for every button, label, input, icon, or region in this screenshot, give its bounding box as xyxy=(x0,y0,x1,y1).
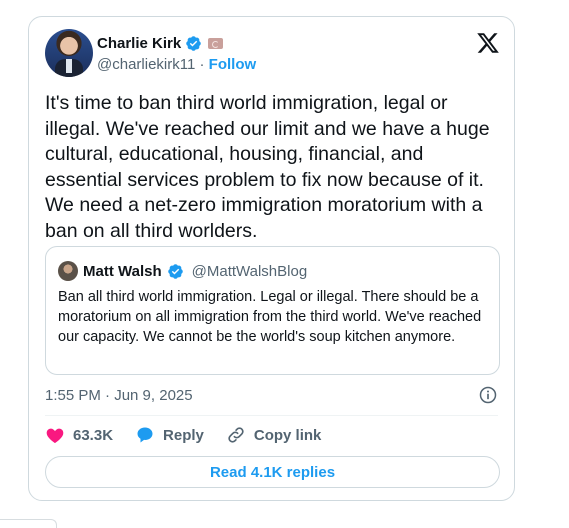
author-name-row: Charlie Kirk xyxy=(97,35,224,52)
author-handle-row: @charliekirk11 · Follow xyxy=(97,56,256,73)
link-icon xyxy=(228,427,244,443)
quoted-tweet[interactable]: Matt Walsh @MattWalshBlog Ban all third … xyxy=(45,246,500,375)
reply-button[interactable]: Reply xyxy=(135,425,204,445)
like-count: 63.3K xyxy=(73,426,114,444)
follow-button[interactable]: Follow xyxy=(209,56,257,73)
divider xyxy=(45,415,498,416)
x-logo-icon[interactable] xyxy=(476,31,500,55)
verified-badge-icon xyxy=(167,263,183,279)
heart-icon xyxy=(46,428,64,443)
handle-separator: · xyxy=(199,56,205,73)
read-replies-button[interactable]: Read 4.1K replies xyxy=(45,456,500,488)
copy-link-button[interactable]: Copy link xyxy=(226,425,322,445)
quoted-author-name: Matt Walsh xyxy=(83,262,162,280)
flag-icon xyxy=(208,38,224,49)
like-button[interactable]: 63.3K xyxy=(45,425,113,445)
quoted-text: Ban all third world immigration. Legal o… xyxy=(58,289,482,345)
quoted-avatar xyxy=(58,261,78,281)
verified-badge-icon xyxy=(186,36,201,51)
info-icon[interactable] xyxy=(478,385,498,405)
quoted-header: Matt Walsh @MattWalshBlog xyxy=(58,261,307,281)
tweet-text: It's time to ban third world immigration… xyxy=(45,92,490,242)
author-name[interactable]: Charlie Kirk xyxy=(97,35,181,52)
author-handle[interactable]: @charliekirk11 xyxy=(97,56,195,73)
reply-label: Reply xyxy=(163,426,204,444)
avatar-shirt xyxy=(66,59,72,73)
action-bar: 63.3K Reply Copy link xyxy=(45,425,321,445)
author-avatar[interactable] xyxy=(45,29,93,77)
quoted-author-handle: @MattWalshBlog xyxy=(191,262,308,280)
reply-icon xyxy=(137,427,153,443)
tweet-card: Charlie Kirk @charliekirk11 · Follow It'… xyxy=(28,16,515,501)
copy-link-label: Copy link xyxy=(253,426,322,444)
tweet-timestamp[interactable]: 1:55 PM · Jun 9, 2025 xyxy=(45,387,193,404)
